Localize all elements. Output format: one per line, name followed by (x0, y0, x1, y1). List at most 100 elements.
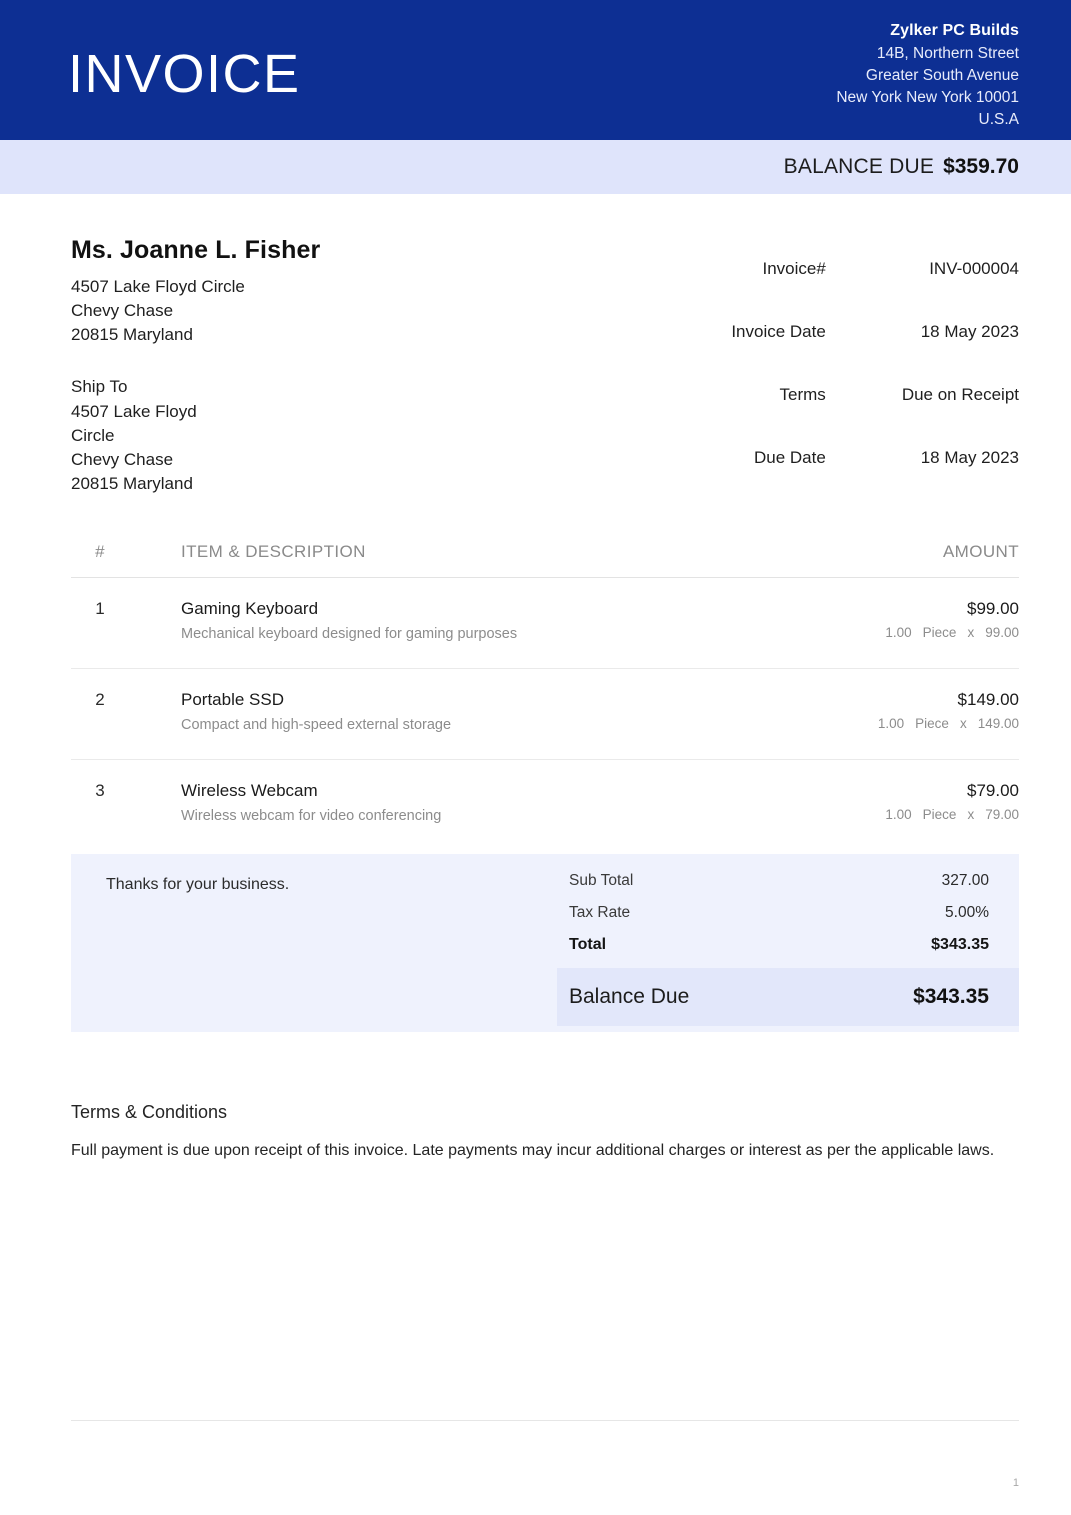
shipping-address-line: Chevy Chase (71, 449, 174, 469)
terms-title: Terms & Conditions (71, 1101, 228, 1122)
meta-value: 18 May 2023 (920, 321, 1019, 341)
ship-to-block: Ship To 4507 Lake Floyd Circle Chevy Cha… (71, 375, 320, 496)
balance-due-band-label: BALANCE DUE (783, 155, 935, 178)
meta-label: Invoice# (762, 258, 826, 278)
total-row: Total $343.35 (557, 936, 1019, 954)
meta-value: 18 May 2023 (920, 447, 1019, 467)
table-row: 3 Wireless Webcam Wireless webcam for vi… (71, 759, 1019, 849)
line-rate: 99.00 (985, 625, 1019, 640)
line-quantity: 1.00 (885, 625, 912, 640)
footer-divider (71, 1420, 1019, 1421)
page-title: INVOICE (68, 44, 301, 104)
line-calculation: 1.00 Piece x 99.00 (768, 625, 1019, 640)
totals-section: Thanks for your business. Sub Total 327.… (71, 853, 1019, 1032)
line-items-header: # ITEM & DESCRIPTION AMOUNT (71, 542, 1019, 578)
line-amount: $149.00 (957, 689, 1019, 709)
line-items-table: # ITEM & DESCRIPTION AMOUNT 1 Gaming Key… (71, 542, 1019, 850)
company-address-line: Greater South Avenue (865, 66, 1019, 84)
line-unit: Piece (922, 806, 957, 822)
table-row: 2 Portable SSD Compact and high-speed ex… (71, 668, 1019, 760)
line-item-description: Compact and high-speed external storage (181, 716, 452, 733)
line-item-name: Portable SSD (181, 689, 284, 709)
total-label: Total (569, 935, 607, 953)
column-header-item: ITEM & DESCRIPTION (129, 542, 769, 578)
tax-rate-label: Tax Rate (569, 903, 631, 921)
company-details: Zylker PC Builds 14B, Northern Street Gr… (836, 20, 1019, 131)
terms-section: Terms & Conditions Full payment is due u… (71, 1102, 1019, 1162)
invoice-body: Ms. Joanne L. Fisher 4507 Lake Floyd Cir… (0, 194, 1071, 1162)
meta-value: INV-000004 (929, 258, 1019, 278)
shipping-address-line: 20815 Maryland (71, 473, 193, 493)
column-header-amount: AMOUNT (768, 542, 1019, 578)
bill-to-block: Ms. Joanne L. Fisher 4507 Lake Floyd Cir… (71, 236, 320, 496)
line-amount-cell: $99.00 1.00 Piece x 99.00 (768, 577, 1019, 669)
ship-to-label: Ship To (71, 377, 128, 397)
company-address-line: U.S.A (978, 110, 1019, 128)
line-unit: Piece (915, 715, 949, 731)
meta-row-invoice-date: Invoice Date 18 May 2023 (731, 307, 1019, 370)
meta-value: Due on Receipt (901, 384, 1019, 404)
line-item-cell: Portable SSD Compact and high-speed exte… (129, 668, 769, 760)
line-item-description: Wireless webcam for video conferencing (181, 807, 442, 824)
line-amount-cell: $149.00 1.00 Piece x 149.00 (768, 668, 1019, 760)
invoice-header: INVOICE Zylker PC Builds 14B, Northern S… (0, 0, 1071, 140)
line-item-name: Wireless Webcam (181, 780, 318, 800)
company-address-line: New York New York 10001 (836, 88, 1019, 106)
billing-address-line: 4507 Lake Floyd Circle (71, 277, 245, 296)
invoice-footer: 1 (71, 1420, 1019, 1489)
sub-total-label: Sub Total (569, 871, 634, 889)
line-amount: $99.00 (967, 599, 1019, 618)
line-rate: 79.00 (985, 806, 1019, 822)
shipping-address-line: Circle (71, 425, 115, 445)
shipping-address-line: 4507 Lake Floyd (71, 401, 197, 421)
line-quantity: 1.00 (877, 715, 905, 731)
meta-row-due-date: Due Date 18 May 2023 (731, 433, 1019, 496)
line-quantity: 1.00 (885, 806, 912, 822)
table-row: 1 Gaming Keyboard Mechanical keyboard de… (71, 577, 1019, 669)
column-header-number: # (71, 542, 129, 578)
balance-due-row: Balance Due $343.35 (557, 967, 1019, 1026)
line-item-cell: Wireless Webcam Wireless webcam for vide… (129, 759, 768, 849)
invoice-page: INVOICE Zylker PC Builds 14B, Northern S… (0, 0, 1071, 1515)
line-calculation: 1.00 Piece x 79.00 (768, 807, 1019, 822)
line-operator: x (959, 715, 967, 731)
totals-column: Sub Total 327.00 Tax Rate 5.00% Total $3… (557, 854, 1019, 1032)
thanks-note: Thanks for your business. (106, 875, 290, 893)
sub-total-value: 327.00 (941, 871, 989, 889)
line-item-description: Mechanical keyboard designed for gaming … (181, 626, 518, 642)
parties-section: Ms. Joanne L. Fisher 4507 Lake Floyd Cir… (71, 194, 1019, 496)
line-operator: x (967, 625, 975, 640)
balance-due-label: Balance Due (569, 984, 690, 1008)
total-value: $343.35 (931, 935, 989, 953)
company-name: Zylker PC Builds (890, 22, 1019, 39)
line-calculation: 1.00 Piece x 149.00 (768, 716, 1019, 731)
line-item-name: Gaming Keyboard (181, 599, 319, 618)
line-amount: $79.00 (967, 780, 1019, 800)
line-item-cell: Gaming Keyboard Mechanical keyboard desi… (129, 577, 769, 669)
tax-rate-row: Tax Rate 5.00% (557, 904, 1019, 922)
billing-address-line: 20815 Maryland (71, 325, 193, 345)
meta-label: Invoice Date (731, 321, 826, 341)
meta-label: Due Date (753, 447, 826, 467)
invoice-meta-table: Invoice# INV-000004 Invoice Date 18 May … (731, 244, 1019, 496)
line-number: 2 (71, 668, 129, 760)
tax-rate-value: 5.00% (945, 903, 989, 921)
meta-row-terms: Terms Due on Receipt (731, 370, 1019, 433)
line-number: 3 (95, 780, 105, 800)
line-rate: 149.00 (977, 715, 1019, 731)
line-unit: Piece (922, 625, 957, 640)
line-operator: x (967, 806, 975, 822)
company-address-line: 14B, Northern Street (876, 44, 1019, 62)
terms-text: Full payment is due upon receipt of this… (71, 1141, 995, 1159)
balance-due-band: BALANCE DUE $359.70 (0, 140, 1071, 194)
billing-address-line: Chevy Chase (71, 301, 174, 321)
line-amount-cell: $79.00 1.00 Piece x 79.00 (768, 759, 1019, 849)
sub-total-row: Sub Total 327.00 (557, 872, 1019, 890)
meta-row-invoice-number: Invoice# INV-000004 (731, 244, 1019, 307)
customer-name: Ms. Joanne L. Fisher (71, 236, 321, 264)
page-number: 1 (1012, 1477, 1019, 1489)
balance-due-value: $343.35 (913, 984, 989, 1008)
line-number: 1 (71, 577, 129, 669)
meta-label: Terms (779, 384, 826, 404)
balance-due-band-amount: $359.70 (943, 155, 1019, 178)
